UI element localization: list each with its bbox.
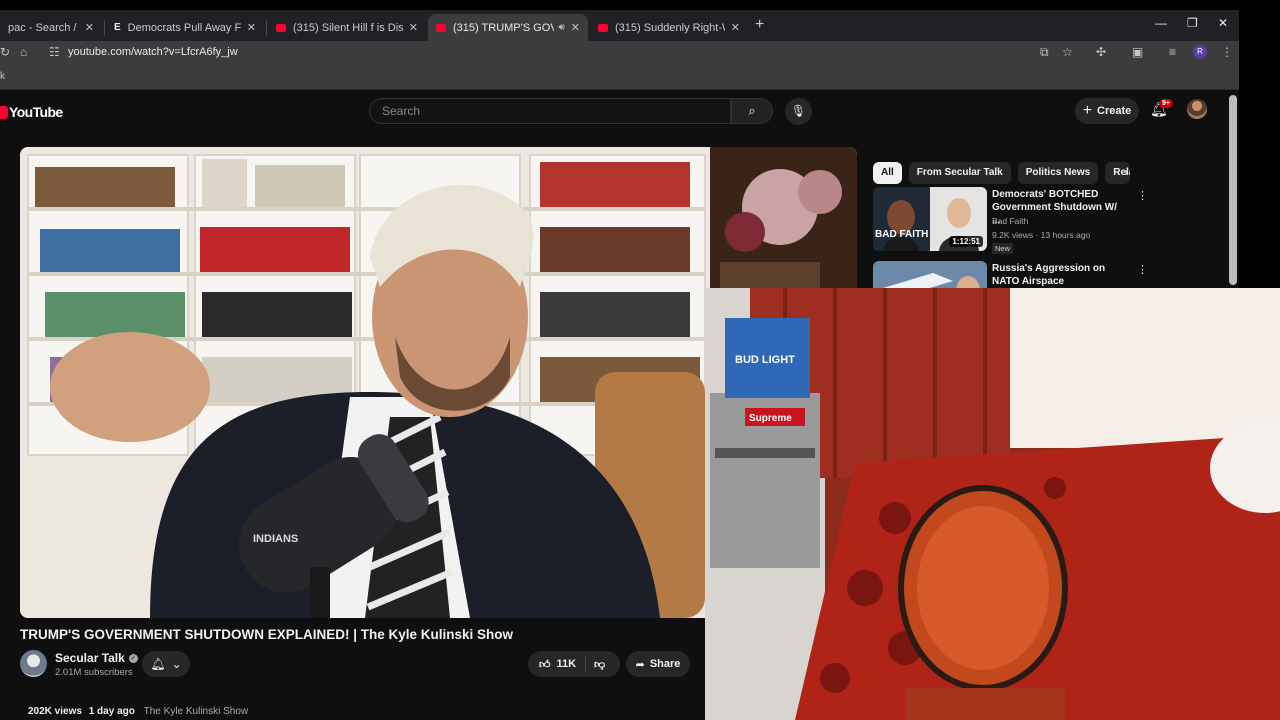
chip-all[interactable]: All [873, 162, 902, 184]
chip-politics-news[interactable]: Politics News [1017, 162, 1099, 184]
subscription-notification-button[interactable]: 🔔︎ ⌄ [142, 651, 190, 677]
chevron-down-icon: ⌄ [171, 657, 182, 671]
channel-avatar[interactable] [20, 650, 47, 677]
recommendation-item[interactable]: BAD FAITH 1:12:51 Democrats' BOTCHED Gov… [873, 187, 1148, 254]
address-bar[interactable]: youtube.com/watch?v=LfcrA6fy_jw [68, 46, 238, 58]
media-controls-icon[interactable]: ≡ [1169, 45, 1176, 59]
supreme-sticker: Supreme [749, 413, 792, 424]
window-close-icon[interactable]: ✕ [1218, 16, 1228, 30]
webcam-scene: Supreme BUD LIGHT [705, 288, 1280, 720]
profile-avatar[interactable]: R [1193, 45, 1207, 59]
recommendation-channel: Bad Faith [992, 216, 1029, 226]
tab-right-wingers[interactable]: (315) Suddenly Right-Wingers ✕ [590, 14, 748, 41]
like-dislike-group: 👍︎ 11K 👎︎ [528, 651, 620, 677]
microphone-icon: 🎙︎ [790, 104, 807, 118]
verified-check-icon: ✓ [128, 653, 138, 663]
tab-title: Democrats Pull Away From AIPAC [127, 21, 241, 34]
notification-count-badge: 9+ [1159, 99, 1173, 108]
channel-name[interactable]: Secular Talk ✓ [55, 651, 138, 665]
new-tab-button[interactable]: + [755, 16, 764, 34]
tab-title: pac - Search / X [8, 21, 79, 34]
extensions-icon[interactable]: ✣ [1096, 45, 1106, 59]
browser-menu-icon[interactable]: ⋮ [1221, 45, 1233, 59]
tab-x-search[interactable]: pac - Search / X ✕ [0, 14, 102, 41]
youtube-favicon-icon [436, 23, 446, 32]
youtube-logo[interactable]: YouTube [0, 104, 63, 120]
box-label: BUD LIGHT [735, 354, 795, 366]
install-app-icon[interactable]: ⧉ [1040, 45, 1049, 60]
close-icon[interactable]: ✕ [85, 21, 94, 34]
youtube-masthead: YouTube Search ⌕ 🎙︎ + Create 🔔︎ 9+ [0, 90, 1239, 134]
thumbs-up-icon: 👍︎ [539, 658, 551, 671]
home-icon[interactable]: ⌂ [20, 45, 27, 59]
tab-silent-hill[interactable]: (315) Silent Hill f is Disgusting, ✕ [268, 14, 426, 41]
site-info-icon[interactable]: ☷ [49, 45, 60, 59]
like-button[interactable]: 👍︎ 11K [528, 656, 586, 672]
close-icon[interactable]: ✕ [731, 21, 740, 34]
mic-logo-text: INDIANS [253, 533, 298, 545]
restore-icon[interactable]: ❐ [1187, 16, 1198, 30]
tab-strip: pac - Search / X ✕ E Democrats Pull Away… [0, 10, 1239, 41]
create-button[interactable]: + Create [1075, 98, 1139, 124]
search-input[interactable]: Search [369, 98, 731, 124]
tab-democrats-aipac[interactable]: E Democrats Pull Away From AIPAC ✕ [106, 14, 264, 41]
bell-icon: 🔔︎ [150, 657, 166, 671]
speaker-icon[interactable]: 🔊︎ [558, 22, 564, 33]
thumbs-down-icon: 👎︎ [594, 658, 606, 671]
chevron-right-icon[interactable]: › [1124, 165, 1128, 179]
more-actions-icon[interactable]: ⋮ [1137, 189, 1148, 202]
duration-badge: 1:12:51 [949, 236, 983, 247]
webcam-overlay: Supreme BUD LIGHT [705, 288, 1280, 720]
account-avatar[interactable] [1187, 99, 1207, 119]
description-tag: The Kyle Kulinski Show [143, 706, 249, 717]
youtube-favicon-icon [276, 23, 286, 32]
bookmark-item[interactable]: k [0, 71, 5, 82]
more-actions-icon[interactable]: ⋮ [1137, 263, 1148, 276]
recommendation-thumbnail[interactable]: BAD FAITH 1:12:51 [873, 187, 987, 251]
search-icon: ⌕ [748, 103, 756, 118]
video-owner-row: Secular Talk ✓ 2.01M subscribers 🔔︎ ⌄ 👍︎… [20, 650, 710, 690]
close-icon[interactable]: ✕ [571, 21, 580, 34]
new-badge: New [992, 243, 1014, 254]
voice-search-button[interactable]: 🎙︎ [785, 98, 812, 125]
recommendation-title: Russia's Aggression on NATO Airspace [992, 263, 1106, 287]
view-count: 202K views [28, 706, 82, 717]
close-icon[interactable]: ✕ [247, 21, 256, 34]
search-button[interactable]: ⌕ [731, 98, 773, 124]
page-scrollbar[interactable] [1229, 95, 1237, 285]
video-title: TRUMP'S GOVERNMENT SHUTDOWN EXPLAINED! |… [20, 627, 514, 642]
description-meta[interactable]: 202K views 1 day ago The Kyle Kulinski S… [28, 706, 248, 717]
browser-toolbar: ↻ ⌂ ☷ youtube.com/watch?v=LfcrA6fy_jw ⧉ … [0, 41, 1239, 65]
reload-icon[interactable]: ↻ [0, 45, 10, 59]
split-view-icon[interactable]: ▣ [1132, 45, 1143, 59]
youtube-logo-icon [0, 105, 8, 119]
close-icon[interactable]: ✕ [409, 21, 418, 34]
tab-title: (315) Suddenly Right-Wingers [615, 21, 725, 34]
filter-chips: All From Secular Talk Politics News Rela [873, 162, 1131, 184]
tab-title: (315) Silent Hill f is Disgusting, [293, 21, 403, 34]
share-arrow-icon: ➦ [635, 658, 645, 671]
youtube-favicon-icon [598, 23, 608, 32]
dislike-button[interactable]: 👎︎ [586, 658, 605, 671]
recommendation-meta: 9.2K views · 13 hours ago [992, 230, 1091, 240]
tab-title: (315) TRUMP'S GOVERNMENT [453, 21, 555, 34]
thumbnail-text: BAD FAITH [875, 229, 928, 240]
share-button[interactable]: ➦ Share [626, 651, 690, 677]
upload-age: 1 day ago [88, 706, 135, 717]
minimize-icon[interactable]: — [1155, 16, 1167, 30]
bookmark-star-icon[interactable]: ☆ [1062, 45, 1073, 59]
subscriber-count: 2.01M subscribers [55, 667, 133, 678]
site-favicon-icon: E [114, 22, 121, 33]
tab-trumps-government-active[interactable]: (315) TRUMP'S GOVERNMENT 🔊︎ ✕ [428, 14, 588, 41]
bookmarks-bar: k [0, 65, 1239, 90]
plus-icon: + [1082, 102, 1093, 119]
chip-from-secular-talk[interactable]: From Secular Talk [908, 162, 1011, 184]
